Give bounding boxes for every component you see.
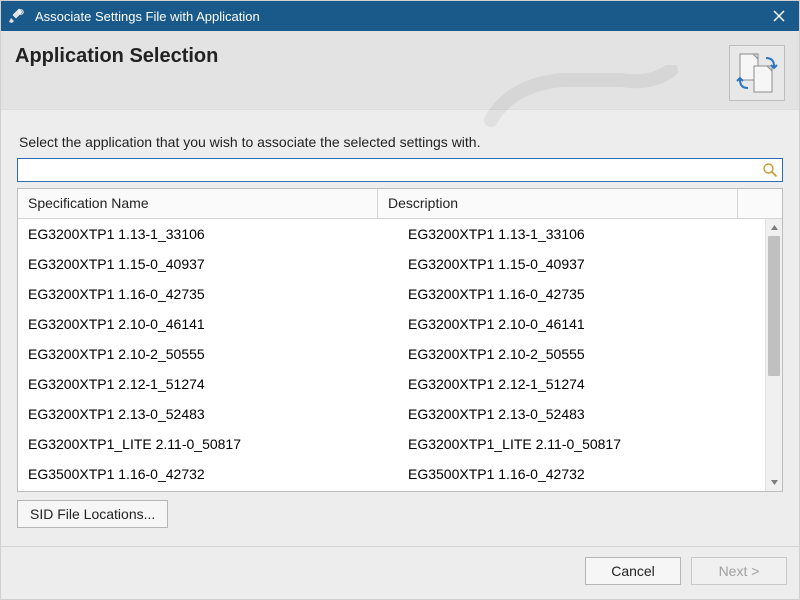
table-row[interactable]: EG3200XTP1 1.13-1_33106EG3200XTP1 1.13-1… [18, 219, 765, 249]
cell-description: EG3200XTP1 2.12-1_51274 [378, 376, 765, 392]
wrench-screwdriver-icon [9, 8, 25, 24]
table-row[interactable]: EG3200XTP1 2.12-1_51274EG3200XTP1 2.12-1… [18, 369, 765, 399]
cancel-button[interactable]: Cancel [585, 557, 681, 585]
table-row[interactable]: EG3200XTP1 2.10-0_46141EG3200XTP1 2.10-0… [18, 309, 765, 339]
scroll-down-arrow-icon[interactable] [766, 474, 782, 491]
cell-description: EG3200XTP1 2.10-0_46141 [378, 316, 765, 332]
cell-description: EG3500XTP1 1.16-0_42732 [378, 466, 765, 482]
table-row[interactable]: EG3500XTP1 1.16-0_42732EG3500XTP1 1.16-0… [18, 459, 765, 489]
cell-spec-name: EG3200XTP1 1.13-1_33106 [18, 226, 378, 242]
cell-spec-name: EG3200XTP1 2.12-1_51274 [18, 376, 378, 392]
search-input[interactable] [17, 158, 783, 182]
cell-spec-name: EG3500XTP1 1.16-0_42732 [18, 466, 378, 482]
table-header: Specification Name Description [18, 189, 782, 219]
table-row[interactable]: EG3200XTP1 1.16-0_42735EG3200XTP1 1.16-0… [18, 279, 765, 309]
column-spec-name[interactable]: Specification Name [18, 189, 378, 218]
titlebar: Associate Settings File with Application [1, 1, 799, 31]
dialog-footer: Cancel Next > [1, 546, 799, 599]
table-body: EG3200XTP1 1.13-1_33106EG3200XTP1 1.13-1… [18, 219, 765, 491]
cell-description: EG3200XTP1 2.13-0_52483 [378, 406, 765, 422]
instruction-text: Select the application that you wish to … [19, 134, 781, 150]
header-illustration [729, 45, 785, 101]
dialog-content: Select the application that you wish to … [1, 110, 799, 546]
cell-spec-name: EG3200XTP1 2.10-0_46141 [18, 316, 378, 332]
table-row[interactable]: EG3200XTP1 2.10-2_50555EG3200XTP1 2.10-2… [18, 339, 765, 369]
column-spacer [738, 189, 782, 218]
column-description[interactable]: Description [378, 189, 738, 218]
cell-description: EG3200XTP1 2.10-2_50555 [378, 346, 765, 362]
vertical-scrollbar[interactable] [765, 219, 782, 491]
scrollbar-track[interactable] [766, 236, 782, 474]
cell-spec-name: EG3200XTP1 1.16-0_42735 [18, 286, 378, 302]
application-table: Specification Name Description EG3200XTP… [17, 188, 783, 492]
cell-spec-name: EG3200XTP1 2.13-0_52483 [18, 406, 378, 422]
cell-description: EG3200XTP1 1.15-0_40937 [378, 256, 765, 272]
documents-transfer-icon [734, 50, 780, 96]
dialog-header: Application Selection [1, 31, 799, 110]
search-field-wrap [17, 158, 783, 182]
table-row[interactable]: EG3200XTP1 2.13-0_52483EG3200XTP1 2.13-0… [18, 399, 765, 429]
cell-spec-name: EG3200XTP1 2.10-2_50555 [18, 346, 378, 362]
close-icon [773, 10, 785, 22]
next-button[interactable]: Next > [691, 557, 787, 585]
table-row[interactable]: EG3200XTP1_LITE 2.11-0_50817EG3200XTP1_L… [18, 429, 765, 459]
window-title: Associate Settings File with Application [35, 9, 759, 24]
cell-description: EG3200XTP1 1.13-1_33106 [378, 226, 765, 242]
sid-file-locations-button[interactable]: SID File Locations... [17, 500, 168, 528]
cell-description: EG3200XTP1 1.16-0_42735 [378, 286, 765, 302]
cell-description: EG3200XTP1_LITE 2.11-0_50817 [378, 436, 765, 452]
scroll-up-arrow-icon[interactable] [766, 219, 782, 236]
scrollbar-thumb[interactable] [768, 236, 780, 376]
close-button[interactable] [759, 1, 799, 31]
page-title: Application Selection [15, 45, 721, 68]
cell-spec-name: EG3200XTP1 1.15-0_40937 [18, 256, 378, 272]
table-row[interactable]: EG3200XTP1 1.15-0_40937EG3200XTP1 1.15-0… [18, 249, 765, 279]
cell-spec-name: EG3200XTP1_LITE 2.11-0_50817 [18, 436, 378, 452]
